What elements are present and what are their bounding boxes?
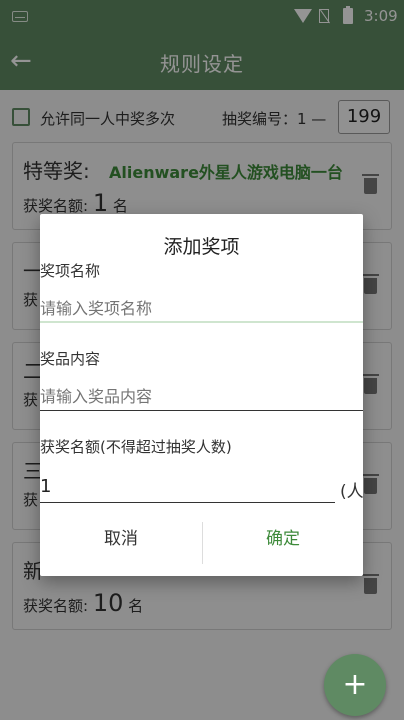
prize-qty-input[interactable]: 1: [40, 476, 51, 497]
cancel-button[interactable]: 取消: [40, 524, 202, 549]
confirm-button[interactable]: 确定: [203, 524, 363, 549]
prize-content-label: 奖品内容: [40, 350, 101, 368]
prize-content-underline: [40, 410, 363, 411]
prize-name-input[interactable]: [40, 296, 360, 320]
prize-qty-underline: [40, 502, 335, 503]
prize-content-input[interactable]: [40, 384, 360, 408]
prize-qty-label: 获奖名额(不得超过抽奖人数): [40, 438, 232, 456]
add-prize-fab[interactable]: +: [324, 654, 386, 716]
dialog-title: 添加奖项: [163, 236, 240, 258]
add-prize-dialog: 添加奖项 奖项名称 奖品内容 获奖名额(不得超过抽奖人数) 1 (人 取消 确定: [40, 214, 364, 576]
prize-name-label: 奖项名称: [40, 262, 101, 280]
prize-name-underline: [40, 321, 363, 323]
prize-qty-unit: (人: [340, 482, 364, 502]
